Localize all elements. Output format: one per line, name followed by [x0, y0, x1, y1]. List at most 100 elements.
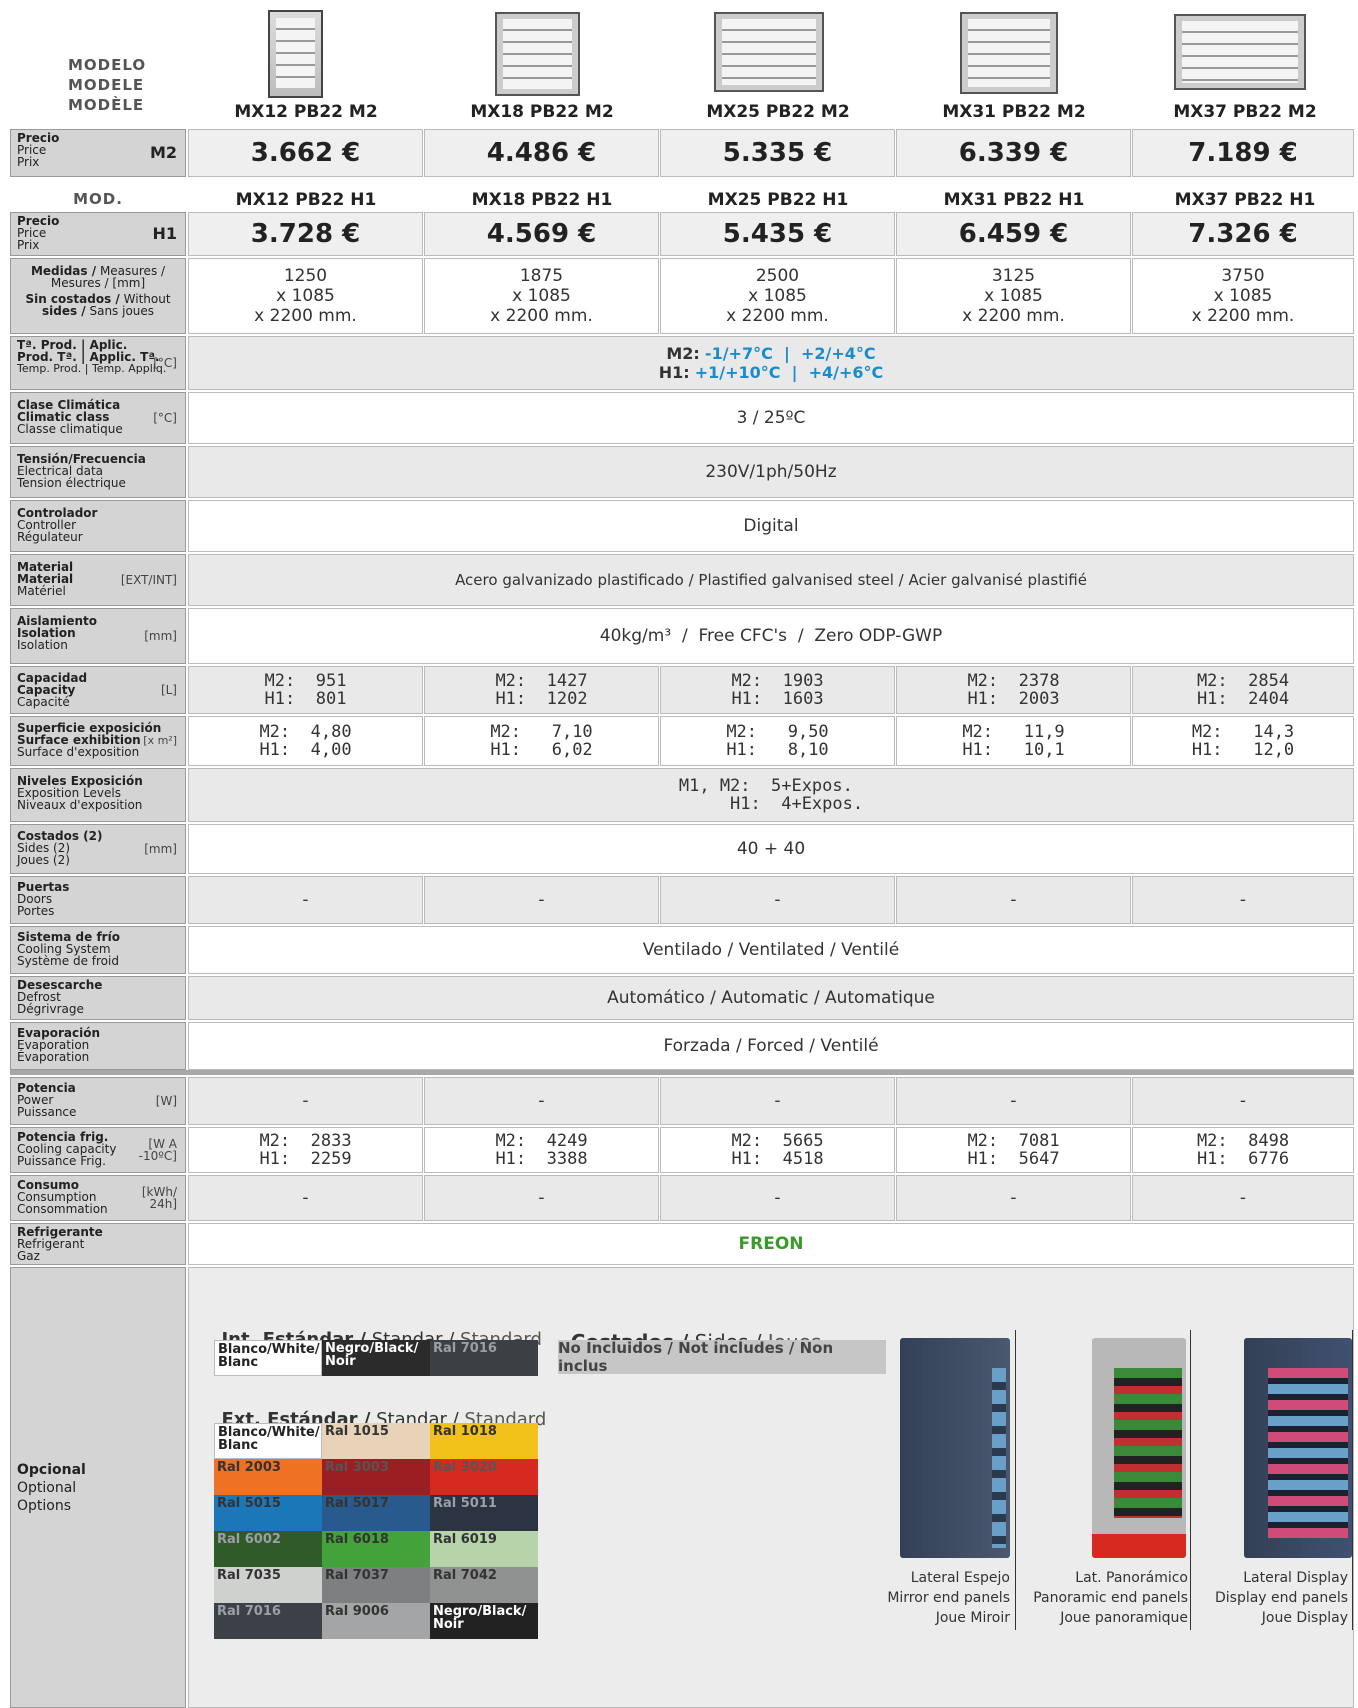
surface-value: M2: 9,50 H1: 8,10 [726, 722, 829, 760]
price-m2: 6.339 € [896, 129, 1131, 177]
evaporation-label: Evaporación Evaporation Évaporation [10, 1022, 186, 1070]
controller-label: Controlador Controller Régulateur [10, 500, 186, 552]
climatic-value: 3 / 25ºC [188, 392, 1354, 444]
caption-fr: Joue panoramique [1060, 1610, 1188, 1626]
caption-es: Lateral Display [1243, 1570, 1348, 1586]
temp-value: M2: -1/+7°C | +2/+4°C H1: +1/+10°C | +4/… [188, 336, 1354, 390]
color-swatch: Ral 6018 [322, 1531, 430, 1567]
evaporation-label-fr: Évaporation [17, 1050, 90, 1064]
color-swatch: Ral 7035 [214, 1567, 322, 1603]
capacity-label-fr: Capacité [17, 695, 70, 709]
measures-label: Medidas / Measures / Mesures / [mm] Sin … [10, 258, 186, 334]
model-name-m2: MX18 PB22 M2 [470, 102, 614, 122]
electrical-label-fr: Tension électrique [17, 476, 126, 490]
price-m2: 7.189 € [1132, 129, 1354, 177]
panoramic-end-panel-image [1092, 1338, 1186, 1558]
h1-tag: H1 [152, 224, 177, 243]
material-unit: [EXT/INT] [120, 573, 177, 587]
temp-m2-tag: M2: [666, 344, 700, 363]
product-image-mx31 [960, 12, 1058, 94]
capacity-cell: M2: 1427 H1: 1202 [424, 666, 659, 714]
doors-label-fr: Portes [17, 904, 55, 918]
refrigerant-cell: FREON [188, 1223, 1354, 1265]
surface-cell: M2: 14,3 H1: 12,0 [1132, 716, 1354, 766]
refrigerant-label: Refrigerante Refrigerant Gaz [10, 1223, 186, 1265]
levels-label: Niveles Exposición Exposition Levels Niv… [10, 768, 186, 822]
cooling-value: Ventilado / Ventilated / Ventilé [188, 926, 1354, 974]
insulation-label: Aislamiento Isolation Isolation [mm] [10, 608, 186, 664]
product-image-mx37 [1174, 14, 1306, 90]
cooling-capacity-cell: M2: 4249 H1: 3388 [424, 1127, 659, 1173]
nosides-label-en2: sides / [41, 304, 86, 318]
color-swatch: Ral 3003 [322, 1459, 430, 1495]
measures-label-fr: Mesures / [mm] [50, 276, 146, 290]
material-label: Material Material Matériel [EXT/INT] [10, 554, 186, 606]
capacity-cell: M2: 951 H1: 801 [188, 666, 423, 714]
levels-label-fr: Niveaux d'exposition [17, 798, 143, 812]
doors-value: - [896, 876, 1131, 924]
model-name-m2: MX25 PB22 M2 [706, 102, 850, 122]
color-swatch: Ral 6002 [214, 1531, 322, 1567]
refrigerant-value: FREON [738, 1234, 804, 1254]
power-value: - [1132, 1077, 1354, 1125]
cooling-capacity-cell: M2: 7081 H1: 5647 [896, 1127, 1131, 1173]
surface-label-fr: Surface d'exposition [17, 745, 140, 759]
cooling-capacity-unit: [W A -10ºC] [138, 1137, 177, 1163]
defrost-label-fr: Dégrivrage [17, 1002, 84, 1016]
price-h1-label: Precio Price Prix H1 [10, 212, 186, 256]
price-h1: 6.459 € [896, 212, 1131, 256]
consumption-value: - [896, 1175, 1131, 1221]
sides-unit: [mm] [144, 842, 177, 856]
cooling-capacity-value: M2: 2833 H1: 2259 [259, 1131, 352, 1169]
color-swatch: Ral 1015 [322, 1423, 430, 1459]
surface-value: M2: 14,3 H1: 12,0 [1191, 722, 1295, 760]
capacity-label: Capacidad Capacity Capacité [L] [10, 666, 186, 714]
color-swatch: Ral 7016 [430, 1340, 538, 1376]
color-swatch: Negro/Black/ Noir [322, 1340, 430, 1376]
material-value: Acero galvanizado plastificado / Plastif… [188, 554, 1354, 606]
product-image-mx25 [714, 12, 824, 92]
measures-value: 1875 x 1085 x 2200 mm. [424, 258, 659, 334]
display-end-panel-image [1244, 1338, 1352, 1558]
caption-es: Lateral Espejo [910, 1570, 1010, 1586]
capacity-unit: [L] [160, 683, 177, 697]
section-divider [10, 1070, 1354, 1075]
measures-value: 3750 x 1085 x 2200 mm. [1132, 258, 1354, 334]
caption-fr: Joue Display [1261, 1610, 1348, 1626]
color-swatch: Ral 7016 [214, 1603, 322, 1639]
mod-label: MOD. [73, 190, 123, 208]
caption-es: Lat. Panorámico [1075, 1570, 1188, 1586]
price-m2-label: Precio Price Prix M2 [10, 129, 186, 177]
caption-en: Mirror end panels [887, 1590, 1010, 1606]
capacity-value: M2: 2854 H1: 2404 [1196, 671, 1290, 709]
nosides-label-fr: Sans joues [85, 304, 155, 318]
power-label-fr: Puissance [17, 1105, 77, 1119]
doors-value: - [1132, 876, 1354, 924]
doors-label: Puertas Doors Portes [10, 876, 186, 924]
color-swatch: Blanco/White/ Blanc [214, 1423, 322, 1459]
surface-label: Superficie exposición Surface exhibition… [10, 716, 186, 766]
price-m2: 5.335 € [660, 129, 895, 177]
price-h1: 5.435 € [660, 212, 895, 256]
power-value: - [188, 1077, 423, 1125]
levels-value: M1, M2: 5+Expos. H1: 4+Expos. [678, 776, 864, 814]
price-m2: 3.662 € [188, 129, 423, 177]
cooling-capacity-value: M2: 4249 H1: 3388 [495, 1131, 588, 1169]
cooling-label-fr: Système de froid [17, 954, 119, 968]
sides-label: Costados (2) Sides (2) Joues (2) [mm] [10, 824, 186, 874]
price-h1: 4.569 € [424, 212, 659, 256]
doors-value: - [188, 876, 423, 924]
color-swatch: Ral 9006 [322, 1603, 430, 1639]
vline [1190, 1330, 1191, 1630]
model-name-h1: MX25 PB22 H1 [707, 190, 849, 210]
surface-value: M2: 11,9 H1: 10,1 [962, 722, 1065, 760]
cooling-capacity-value: M2: 8498 H1: 6776 [1196, 1131, 1290, 1169]
electrical-value: 230V/1ph/50Hz [188, 446, 1354, 498]
surface-value: M2: 7,10 H1: 6,02 [490, 722, 593, 760]
temp-label: Tª. Prod. | Aplic. Prod. Tª. | Applic. T… [10, 336, 186, 390]
display-panel-caption: Lateral Display Display end panels Joue … [1194, 1568, 1348, 1628]
consumption-label: Consumo Consumption Consommation [kWh/ 2… [10, 1175, 186, 1221]
measures-value: 2500 x 1085 x 2200 mm. [660, 258, 895, 334]
doors-value: - [660, 876, 895, 924]
panoramic-panel-caption: Lat. Panorámico Panoramic end panels Jou… [1018, 1568, 1188, 1628]
